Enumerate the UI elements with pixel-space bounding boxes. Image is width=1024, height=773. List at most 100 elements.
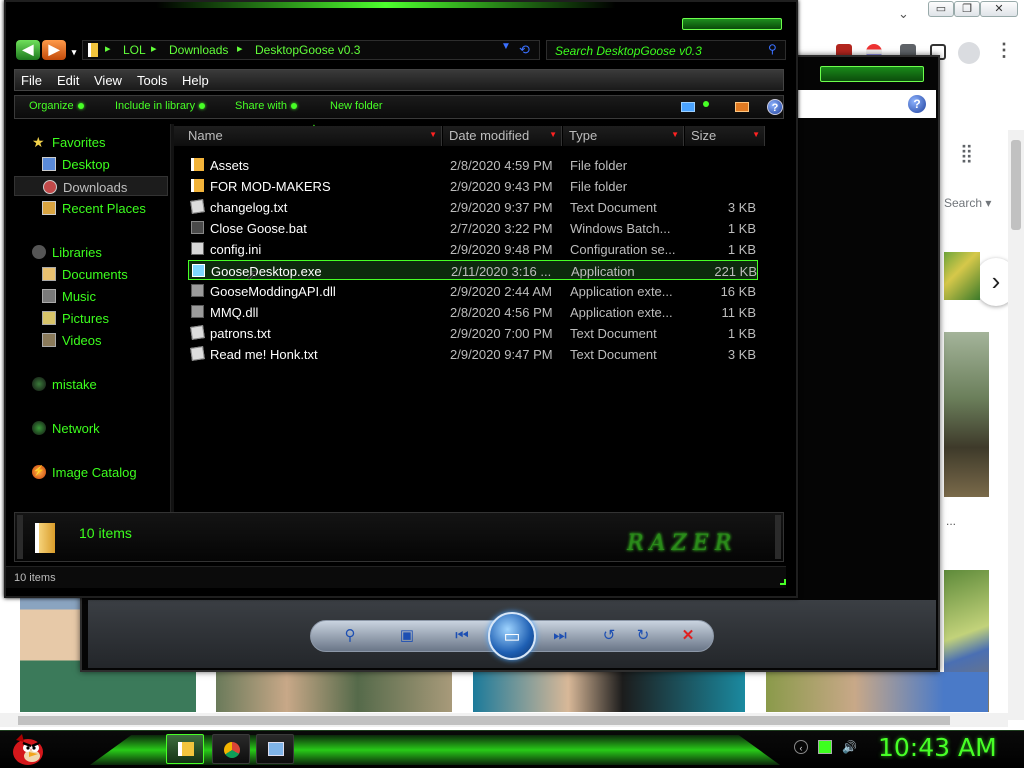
- scrollbar-thumb[interactable]: [1011, 140, 1021, 230]
- menu-tools[interactable]: Tools: [137, 73, 167, 88]
- file-row[interactable]: changelog.txt 2/9/2020 9:37 PM Text Docume…: [188, 197, 758, 217]
- help-icon[interactable]: ?: [908, 95, 926, 113]
- preview-pane-icon[interactable]: [735, 102, 749, 112]
- breadcrumb-separator[interactable]: ▸: [237, 42, 243, 55]
- rotate-left-icon[interactable]: ↺: [597, 626, 621, 646]
- system-tray: ‹ 🔊: [790, 740, 870, 758]
- previous-icon[interactable]: ⏮: [450, 626, 474, 646]
- pane-splitter[interactable]: [170, 124, 174, 512]
- column-header-name[interactable]: Name ▼: [174, 126, 442, 146]
- browser-close-button[interactable]: ✕: [980, 1, 1018, 17]
- refresh-icon[interactable]: ⟲: [519, 42, 530, 58]
- column-dropdown-icon[interactable]: ▼: [429, 130, 437, 139]
- image-thumbnail[interactable]: [944, 332, 989, 497]
- nav-documents[interactable]: Documents: [14, 264, 168, 284]
- address-dropdown-icon[interactable]: ▼: [501, 41, 511, 52]
- file-date: 2/9/2020 7:00 PM: [450, 326, 553, 341]
- window-caption-buttons[interactable]: [682, 18, 782, 30]
- rotate-right-icon[interactable]: ↻: [631, 626, 655, 646]
- back-arrow-icon[interactable]: ◀: [16, 40, 40, 60]
- item-count: 10 items: [79, 525, 132, 541]
- nav-pictures[interactable]: Pictures: [14, 308, 168, 328]
- image-catalog-icon: ⚡: [32, 465, 46, 479]
- include-in-library-button[interactable]: Include in library: [115, 100, 206, 112]
- more-menu-icon[interactable]: ⋮: [995, 40, 1013, 61]
- menu-help[interactable]: Help: [182, 73, 209, 88]
- start-button[interactable]: [8, 730, 48, 768]
- menu-edit[interactable]: Edit: [57, 73, 79, 88]
- delete-icon[interactable]: ✕: [676, 626, 700, 646]
- file-row[interactable]: GooseModdingAPI.dll 2/9/2020 2:44 AM Appli…: [188, 281, 758, 301]
- search-input[interactable]: [555, 43, 765, 58]
- menu-view[interactable]: View: [94, 73, 122, 88]
- file-row[interactable]: Close Goose.bat 2/7/2020 3:22 PM Windows B…: [188, 218, 758, 238]
- column-dropdown-icon[interactable]: ▼: [752, 130, 760, 139]
- taskbar-photo-viewer-button[interactable]: [256, 734, 294, 764]
- breadcrumb-desktopgoose[interactable]: DesktopGoose v0.3: [255, 43, 360, 57]
- nav-desktop[interactable]: Desktop: [14, 154, 168, 174]
- slideshow-icon[interactable]: ▭: [488, 612, 536, 660]
- viewer-caption-buttons[interactable]: [820, 66, 924, 82]
- file-row[interactable]: Assets 2/8/2020 4:59 PM File folder: [188, 155, 758, 175]
- nav-homegroup[interactable]: mistake: [14, 374, 168, 394]
- view-dropdown-icon[interactable]: [703, 101, 709, 107]
- breadcrumb-separator[interactable]: ▸: [151, 42, 157, 55]
- file-row[interactable]: MMQ.dll 2/8/2020 4:56 PM Application exte.…: [188, 302, 758, 322]
- chevron-down-icon[interactable]: ⌄: [898, 6, 909, 22]
- file-row[interactable]: patrons.txt 2/9/2020 7:00 PM Text Document…: [188, 323, 758, 343]
- image-thumbnail[interactable]: [216, 672, 452, 712]
- nav-downloads[interactable]: Downloads: [14, 176, 168, 196]
- breadcrumb-downloads[interactable]: Downloads: [169, 43, 228, 57]
- nav-recent-places[interactable]: Recent Places: [14, 198, 168, 218]
- column-header-date[interactable]: Date modified ▼: [443, 126, 562, 146]
- image-thumbnail[interactable]: [473, 672, 745, 712]
- file-row[interactable]: FOR MOD-MAKERS 2/9/2020 9:43 PM File folde…: [188, 176, 758, 196]
- file-row[interactable]: Read me! Honk.txt 2/9/2020 9:47 PM Text Do…: [188, 344, 758, 364]
- clock[interactable]: 10:43 AM: [878, 733, 997, 762]
- organize-button[interactable]: Organize: [29, 100, 84, 112]
- address-bar[interactable]: ▸ LOL ▸ Downloads ▸ DesktopGoose v0.3 ▼ …: [82, 40, 540, 60]
- file-row[interactable]: config.ini 2/9/2020 9:48 PM Configuration …: [188, 239, 758, 259]
- search-tools-dropdown[interactable]: Search ▾: [944, 196, 991, 210]
- column-header-type[interactable]: Type ▼: [563, 126, 684, 146]
- column-header-size[interactable]: Size ▼: [685, 126, 765, 146]
- image-thumbnail[interactable]: [944, 252, 980, 300]
- forward-arrow-icon[interactable]: ▶: [42, 40, 66, 60]
- menu-file[interactable]: File: [21, 73, 42, 88]
- file-date: 2/9/2020 9:43 PM: [450, 179, 553, 194]
- browser-restore-button[interactable]: ❐: [954, 1, 980, 17]
- volume-icon[interactable]: 🔊: [842, 740, 857, 754]
- share-with-button[interactable]: Share with: [235, 100, 297, 112]
- network-icon[interactable]: [818, 740, 832, 754]
- file-size: 1 KB: [727, 242, 756, 257]
- browser-minimize-button[interactable]: ▭: [928, 1, 954, 17]
- actual-size-icon[interactable]: ▣: [395, 626, 419, 646]
- nav-image-catalog[interactable]: ⚡ Image Catalog: [14, 462, 168, 482]
- chevron-left-icon[interactable]: ‹: [794, 740, 808, 754]
- new-folder-button[interactable]: New folder: [330, 100, 383, 112]
- nav-music[interactable]: Music: [14, 286, 168, 306]
- change-view-icon[interactable]: [681, 102, 695, 112]
- file-name: Read me! Honk.txt: [210, 347, 318, 362]
- breadcrumb-separator[interactable]: ▸: [105, 42, 111, 55]
- search-icon[interactable]: ⚲: [768, 42, 777, 56]
- breadcrumb-lol[interactable]: LOL: [123, 43, 146, 57]
- taskbar-explorer-button[interactable]: [166, 734, 204, 764]
- taskbar-chrome-button[interactable]: [212, 734, 250, 764]
- next-icon[interactable]: ⏭: [548, 626, 572, 646]
- resize-grip-icon[interactable]: [780, 579, 786, 585]
- horizontal-scrollbar-thumb[interactable]: [18, 716, 950, 725]
- profile-avatar[interactable]: [958, 42, 980, 64]
- column-dropdown-icon[interactable]: ▼: [549, 130, 557, 139]
- image-thumbnail[interactable]: [766, 672, 988, 712]
- nav-favorites[interactable]: ★ Favorites: [14, 132, 168, 152]
- file-row[interactable]: GooseDesktop.exe 2/11/2020 3:16 ... Applic…: [188, 260, 758, 280]
- nav-network[interactable]: Network: [14, 418, 168, 438]
- nav-videos[interactable]: Videos: [14, 330, 168, 350]
- nav-libraries[interactable]: Libraries: [14, 242, 168, 262]
- grid-icon[interactable]: ⣿: [960, 143, 973, 164]
- zoom-icon[interactable]: ⚲: [338, 626, 362, 646]
- recent-pages-chevron-icon[interactable]: ▾: [68, 40, 80, 60]
- help-icon[interactable]: ?: [767, 99, 783, 115]
- column-dropdown-icon[interactable]: ▼: [671, 130, 679, 139]
